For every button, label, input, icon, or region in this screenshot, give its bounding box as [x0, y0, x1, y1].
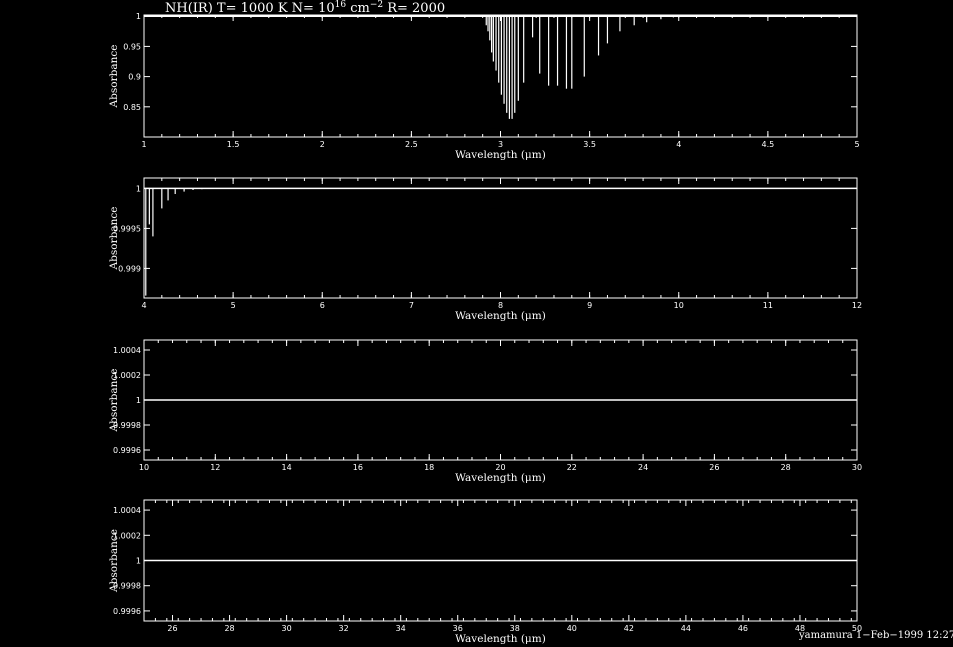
plot-frame: [143, 14, 858, 138]
x-tick-label: 26: [709, 463, 719, 472]
y-tick-label: 0.9996: [113, 607, 141, 616]
y-tick-label: 0.95: [123, 42, 141, 51]
y-axis-label: Absorbance: [108, 529, 120, 593]
y-tick-label: 1.0004: [113, 346, 141, 355]
x-tick-label: 3: [498, 140, 503, 149]
x-tick-label: 14: [282, 463, 292, 472]
x-tick-label: 4: [676, 140, 681, 149]
x-tick-label: 11: [763, 301, 773, 310]
plot-panel-2: 4 5 6 7 8 9 10 11 120.9990.99951Wavelength (μm)A…: [108, 177, 862, 322]
plot-panel-1: 1 1.5 2 2.5 3 3.5 4 4.5 5 0.85 0.9 0.95 1 Wavelength …: [108, 12, 860, 161]
x-tick-label: 10: [139, 463, 149, 472]
y-tick-label: 0.9996: [113, 446, 141, 455]
x-tick-label: 32: [339, 624, 349, 633]
spectrum-plots: 1 1.5 2 2.5 3 3.5 4 4.5 5 0.85 0.9 0.95 1 Wavelength …: [108, 12, 862, 645]
x-tick-label: 12: [852, 301, 862, 310]
y-axis-label: Absorbance: [108, 207, 120, 271]
x-tick-label: 7: [409, 301, 414, 310]
x-tick-label: 20: [495, 463, 505, 472]
x-tick-label: 42: [624, 624, 634, 633]
x-tick-label: 30: [852, 463, 862, 472]
x-tick-label: 28: [781, 463, 791, 472]
y-tick-label: 1: [136, 557, 141, 566]
x-tick-label: 22: [567, 463, 577, 472]
x-tick-label: 18: [424, 463, 434, 472]
x-tick-label: 4: [141, 301, 146, 310]
x-tick-label: 40: [567, 624, 577, 633]
x-tick-label: 10: [674, 301, 684, 310]
y-axis-label: Absorbance: [108, 45, 120, 109]
x-axis-label: Wavelength (μm): [455, 472, 546, 484]
x-tick-label: 1: [141, 140, 146, 149]
x-tick-label: 6: [320, 301, 325, 310]
plot-frame: [143, 177, 858, 299]
x-tick-label: 2: [320, 140, 325, 149]
plot-panel-3: 10 12 14 16 18 20 22 24 26 28 300.99960.999811.000…: [108, 339, 862, 484]
x-tick-label: 30: [282, 624, 292, 633]
plot-panel-4: 26 28 30 32 34 36 38 40 42 44 46 48 500.99960.999811…: [108, 499, 862, 645]
y-axis-label: Absorbance: [108, 369, 120, 433]
y-tick-label: 0.9: [128, 73, 141, 82]
x-tick-label: 34: [396, 624, 406, 633]
x-tick-label: 28: [224, 624, 234, 633]
y-tick-label: 1: [136, 396, 141, 405]
y-tick-label: 1: [136, 184, 141, 193]
x-tick-label: 1.5: [227, 140, 240, 149]
y-tick-label: 0.999: [118, 264, 141, 273]
x-tick-label: 24: [638, 463, 648, 472]
x-tick-label: 12: [210, 463, 220, 472]
y-tick-label: 1.0004: [113, 506, 141, 515]
x-tick-label: 8: [498, 301, 503, 310]
x-axis-label: Wavelength (μm): [455, 310, 546, 322]
x-axis-label: Wavelength (μm): [455, 149, 546, 161]
x-tick-label: 44: [681, 624, 691, 633]
x-tick-label: 38: [510, 624, 520, 633]
x-tick-label: 16: [353, 463, 363, 472]
x-tick-label: 26: [167, 624, 177, 633]
x-tick-label: 5: [854, 140, 859, 149]
author-credit: yamamura 1−Feb−1999 12:27: [799, 630, 953, 641]
x-tick-label: 36: [453, 624, 463, 633]
y-tick-label: 1: [136, 12, 141, 21]
x-tick-label: 3.5: [583, 140, 596, 149]
x-tick-label: 4.5: [762, 140, 775, 149]
x-axis-label: Wavelength (μm): [455, 633, 546, 645]
x-tick-label: 5: [231, 301, 236, 310]
x-tick-label: 46: [738, 624, 748, 633]
x-tick-label: 9: [587, 301, 592, 310]
x-tick-label: 2.5: [405, 140, 418, 149]
y-tick-label: 0.85: [123, 103, 141, 112]
